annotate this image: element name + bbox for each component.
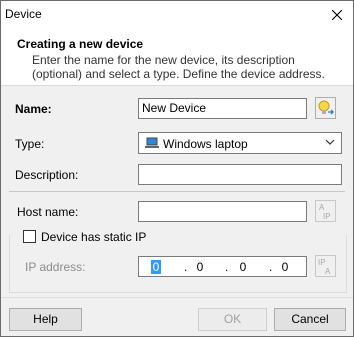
hostname-input[interactable] [138,201,307,222]
svg-text:IP: IP [318,258,326,267]
device-dialog: Device Creating a new device Enter the n… [0,0,354,337]
title-bar: Device [1,1,353,28]
ip-octet-4[interactable]: 0 [277,260,293,274]
close-icon[interactable] [327,5,347,25]
lightbulb-icon [318,100,334,115]
description-input[interactable] [138,164,342,185]
description-label: Description: [15,168,79,182]
footer-divider [1,297,353,298]
ip-address-label: IP address: [25,260,86,274]
type-label: Type: [15,137,45,151]
name-label: Name: [15,102,52,116]
name-input[interactable]: New Device [138,98,307,119]
window-title: Device [5,7,42,21]
svg-text:A: A [325,267,331,276]
ip-octet-2[interactable]: 0 [192,260,208,274]
chevron-down-icon [325,139,335,145]
header-description: Enter the name for the new device, its d… [32,53,325,81]
type-select-value: Windows laptop [163,137,248,151]
type-select[interactable]: Windows laptop [138,132,342,154]
ip-dot: . [225,260,229,274]
ip-dot: . [269,260,273,274]
svg-text:A: A [319,203,325,212]
hostname-label: Host name: [17,205,79,219]
static-ip-checkbox[interactable] [23,230,36,243]
laptop-icon [145,137,159,148]
a-to-ip-icon: A IP [319,203,331,221]
svg-text:IP: IP [323,212,331,221]
resolve-ip-button[interactable]: A IP [315,200,336,222]
ip-octet-3[interactable]: 0 [235,260,251,274]
cancel-button[interactable]: Cancel [274,308,346,331]
ip-address-input[interactable]: 0 . 0 . 0 . 0 [138,256,307,277]
section-divider [9,191,345,192]
ip-to-a-icon: IP A [318,258,331,276]
ip-dot: . [184,260,188,274]
name-suggest-button[interactable] [315,97,336,119]
ok-button[interactable]: OK [198,308,267,331]
header-title: Creating a new device [17,37,144,51]
dialog-header: Creating a new device Enter the name for… [1,28,353,86]
help-button[interactable]: Help [9,308,82,331]
static-ip-label[interactable]: Device has static IP [41,230,149,244]
resolve-name-button[interactable]: IP A [315,255,336,277]
ip-octet-1[interactable]: 0 [151,260,161,274]
